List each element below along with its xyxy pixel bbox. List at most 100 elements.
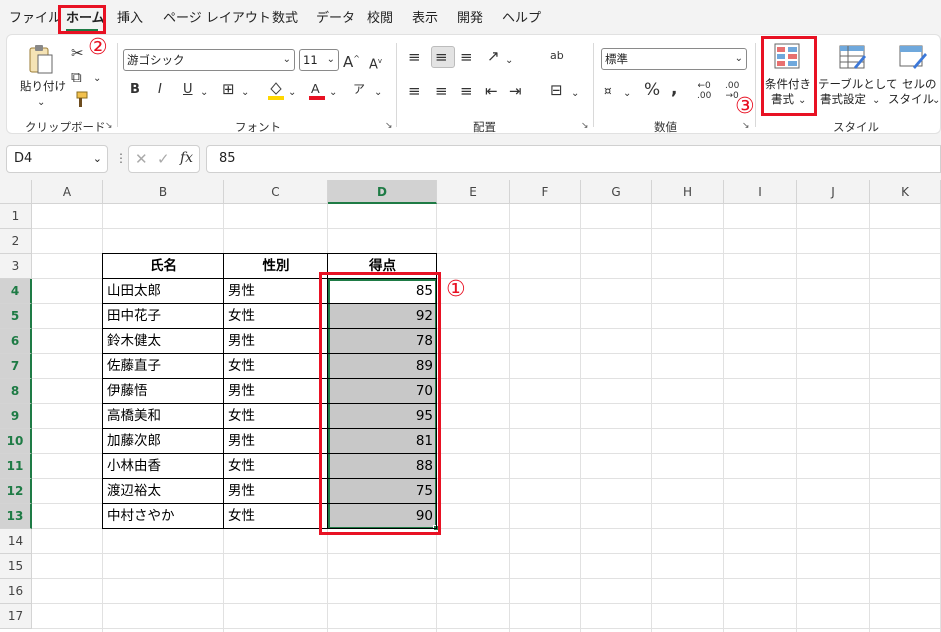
decrease-font-icon[interactable]: Av <box>369 53 382 73</box>
table-header[interactable]: 氏名 <box>103 254 224 279</box>
name-cell[interactable]: 鈴木健太 <box>103 329 224 354</box>
font-color-icon[interactable]: A <box>308 80 326 100</box>
decrease-indent-icon[interactable]: ⇤ <box>485 83 498 99</box>
gender-cell[interactable]: 男性 <box>224 429 328 454</box>
underline-chevron-icon[interactable]: ⌄ <box>200 85 208 101</box>
gender-cell[interactable]: 女性 <box>224 504 328 529</box>
gender-cell[interactable]: 男性 <box>224 379 328 404</box>
font-name-select[interactable]: 游ゴシック ⌄ <box>123 49 295 71</box>
currency-chevron-icon[interactable]: ⌄ <box>623 86 631 102</box>
align-top-icon[interactable]: ≡ <box>408 49 421 65</box>
cell-styles-label-2[interactable]: スタイル <box>888 92 934 106</box>
number-format-select[interactable]: 標準 ⌄ <box>601 48 747 70</box>
name-cell[interactable]: 渡辺裕太 <box>103 479 224 504</box>
merge-chevron-icon[interactable]: ⌄ <box>571 86 579 102</box>
row-header-14[interactable]: 14 <box>0 529 32 554</box>
menu-review[interactable]: 校閲 <box>367 0 393 34</box>
gender-cell[interactable]: 女性 <box>224 404 328 429</box>
column-header-k[interactable]: K <box>870 180 941 204</box>
border-chevron-icon[interactable]: ⌄ <box>241 85 249 101</box>
menu-formulas[interactable]: 数式 <box>272 0 298 34</box>
row-header-7[interactable]: 7 <box>0 354 32 379</box>
cell-styles-chevron-icon[interactable]: ⌄ <box>932 93 940 109</box>
row-header-12[interactable]: 12 <box>0 479 32 504</box>
font-size-select[interactable]: 11 ⌄ <box>299 49 339 71</box>
percent-icon[interactable]: % <box>644 82 660 99</box>
align-right-icon[interactable]: ≡ <box>460 83 473 99</box>
column-header-b[interactable]: B <box>103 180 224 204</box>
menu-data[interactable]: データ <box>316 0 355 34</box>
column-header-e[interactable]: E <box>437 180 510 204</box>
name-cell[interactable]: 山田太郎 <box>103 279 224 304</box>
paste-label[interactable]: 貼り付け <box>20 79 66 93</box>
name-cell[interactable]: 田中花子 <box>103 304 224 329</box>
underline-icon[interactable]: U <box>183 82 193 98</box>
formula-input[interactable]: 85 <box>206 145 941 173</box>
bold-icon[interactable]: B <box>130 82 140 98</box>
cell-styles-label-1[interactable]: セルの <box>902 77 937 91</box>
row-header-3[interactable]: 3 <box>0 254 32 279</box>
currency-icon[interactable]: ¤ <box>604 83 612 99</box>
column-header-j[interactable]: J <box>797 180 870 204</box>
fill-chevron-icon[interactable]: ⌄ <box>288 85 296 101</box>
font-launcher-icon[interactable]: ↘ <box>385 121 393 131</box>
clipboard-launcher-icon[interactable]: ↘ <box>105 121 113 131</box>
table-header[interactable]: 性別 <box>224 254 328 279</box>
number-launcher-icon[interactable]: ↘ <box>742 121 750 131</box>
alignment-launcher-icon[interactable]: ↘ <box>581 121 589 131</box>
copy-icon[interactable]: ⧉ <box>71 69 82 85</box>
border-icon[interactable]: ⊞ <box>222 81 235 97</box>
row-header-16[interactable]: 16 <box>0 579 32 604</box>
merge-center-icon[interactable]: ⊟ <box>550 82 563 98</box>
menu-help[interactable]: ヘルプ <box>502 0 541 34</box>
orientation-chevron-icon[interactable]: ⌄ <box>505 53 513 69</box>
phonetic-chevron-icon[interactable]: ⌄ <box>374 85 382 101</box>
gender-cell[interactable]: 女性 <box>224 304 328 329</box>
copy-chevron-icon[interactable]: ⌄ <box>93 71 101 87</box>
row-header-5[interactable]: 5 <box>0 304 32 329</box>
column-header-g[interactable]: G <box>581 180 652 204</box>
row-header-6[interactable]: 6 <box>0 329 32 354</box>
gender-cell[interactable]: 男性 <box>224 329 328 354</box>
format-painter-icon[interactable] <box>71 91 89 109</box>
name-cell[interactable]: 小林由香 <box>103 454 224 479</box>
align-left-icon[interactable]: ≡ <box>408 83 421 99</box>
gender-cell[interactable]: 男性 <box>224 279 328 304</box>
gender-cell[interactable]: 男性 <box>224 479 328 504</box>
format-as-table-label-2[interactable]: 書式設定 <box>820 92 866 106</box>
menu-insert[interactable]: 挿入 <box>117 0 143 34</box>
name-cell[interactable]: 加藤次郎 <box>103 429 224 454</box>
name-cell[interactable]: 伊藤悟 <box>103 379 224 404</box>
font-color-chevron-icon[interactable]: ⌄ <box>329 85 337 101</box>
align-middle-icon[interactable]: ≡ <box>435 49 448 65</box>
name-cell[interactable]: 佐藤直子 <box>103 354 224 379</box>
row-header-8[interactable]: 8 <box>0 379 32 404</box>
format-as-table-label-1[interactable]: テーブルとして <box>818 77 897 91</box>
row-header-13[interactable]: 13 <box>0 504 32 529</box>
menu-file[interactable]: ファイル <box>9 0 61 34</box>
menu-page-layout[interactable]: ページ レイアウト <box>163 0 271 34</box>
row-header-2[interactable]: 2 <box>0 229 32 254</box>
column-header-i[interactable]: I <box>724 180 797 204</box>
column-header-f[interactable]: F <box>510 180 581 204</box>
more-options-icon[interactable]: ⋮ <box>115 151 127 165</box>
wrap-text-icon[interactable]: ab <box>550 48 564 64</box>
cut-icon[interactable]: ✂ <box>71 45 84 61</box>
column-header-d[interactable]: D <box>328 180 437 204</box>
increase-font-icon[interactable]: A^ <box>343 51 360 70</box>
cancel-icon[interactable]: ✕ <box>135 150 148 168</box>
paste-chevron-icon[interactable]: ⌄ <box>37 95 45 111</box>
name-box[interactable]: D4 ⌄ <box>6 145 108 173</box>
menu-developer[interactable]: 開発 <box>457 0 483 34</box>
cell-styles-icon[interactable] <box>899 43 929 71</box>
row-header-17[interactable]: 17 <box>0 604 32 629</box>
insert-function-icon[interactable]: fx <box>180 150 193 166</box>
name-cell[interactable]: 高橋美和 <box>103 404 224 429</box>
align-bottom-icon[interactable]: ≡ <box>460 49 473 65</box>
row-header-4[interactable]: 4 <box>0 279 32 304</box>
fill-color-icon[interactable] <box>267 80 285 100</box>
align-center-icon[interactable]: ≡ <box>435 83 448 99</box>
italic-icon[interactable]: I <box>158 82 162 98</box>
phonetic-icon[interactable]: ア <box>353 81 365 97</box>
table-chevron-icon[interactable]: ⌄ <box>872 93 880 109</box>
